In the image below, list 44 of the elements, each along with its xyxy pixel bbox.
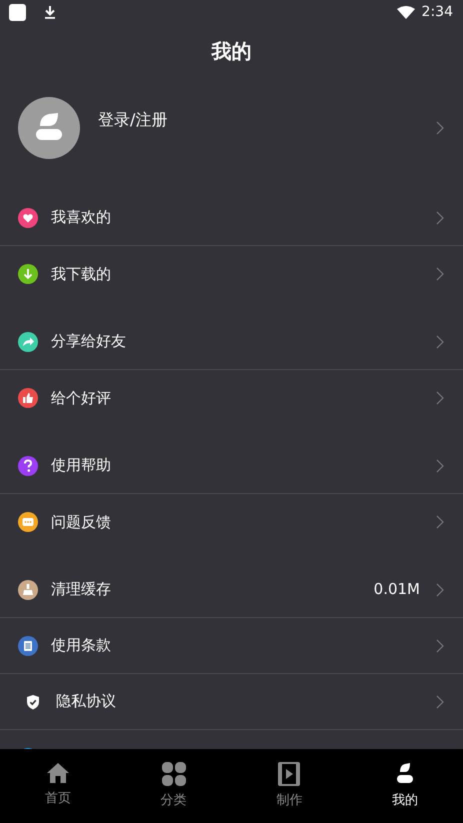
menu-label: 使用条款 <box>51 635 111 656</box>
menu-label: 分享给好友 <box>51 331 126 352</box>
menu-label: 问题反馈 <box>51 512 111 533</box>
wifi-icon <box>396 6 415 18</box>
menu-row[interactable]: 问题反馈 <box>0 494 463 550</box>
chevron-icon <box>436 582 444 596</box>
chevron-icon <box>436 334 444 348</box>
menu-label: 我喜欢的 <box>51 207 111 228</box>
tab[interactable]: 制作 <box>232 749 348 823</box>
cache-size: 0.01M <box>374 579 420 600</box>
chevron-icon <box>436 638 444 652</box>
tab[interactable]: 分类 <box>116 749 232 823</box>
chevron-icon <box>436 694 444 708</box>
avatar-icon <box>18 97 80 159</box>
menu-row[interactable]: 我下载的 <box>0 246 463 302</box>
clock: 2:34 <box>422 2 453 22</box>
profile-row[interactable]: 登录/注册 <box>0 78 463 190</box>
page-title: 我的 <box>212 38 252 65</box>
menu-label: 清理缓存 <box>51 579 111 600</box>
chevron-icon <box>436 121 444 135</box>
app-icon <box>9 4 26 20</box>
home-icon <box>46 762 70 784</box>
chevron-icon <box>436 210 444 224</box>
film-icon <box>278 762 300 786</box>
chevron-icon <box>436 267 444 281</box>
menu-row[interactable]: 分享给好友 <box>0 314 463 370</box>
menu-row[interactable]: 使用条款 <box>0 618 463 674</box>
menu-row[interactable]: 隐私协议 <box>0 674 463 730</box>
tab[interactable]: 我的 <box>347 749 463 823</box>
menu-row[interactable]: 给个好评 <box>0 370 463 426</box>
menu-row[interactable]: 我喜欢的 <box>0 190 463 246</box>
chevron-icon <box>436 515 444 529</box>
tab[interactable]: 首页 <box>0 749 116 823</box>
menu-label: 隐私协议 <box>56 691 116 712</box>
download-icon <box>44 5 56 19</box>
menu-label: 我下载的 <box>51 264 111 285</box>
menu-row[interactable]: 清理缓存 0.01M <box>0 562 463 618</box>
menu-label: 给个好评 <box>51 388 111 409</box>
chevron-icon <box>436 391 444 405</box>
menu-row[interactable]: 使用帮助 <box>0 438 463 494</box>
login-label: 登录/注册 <box>98 109 168 131</box>
chevron-icon <box>436 458 444 472</box>
grid-icon <box>162 762 186 786</box>
menu-label: 使用帮助 <box>51 455 111 476</box>
